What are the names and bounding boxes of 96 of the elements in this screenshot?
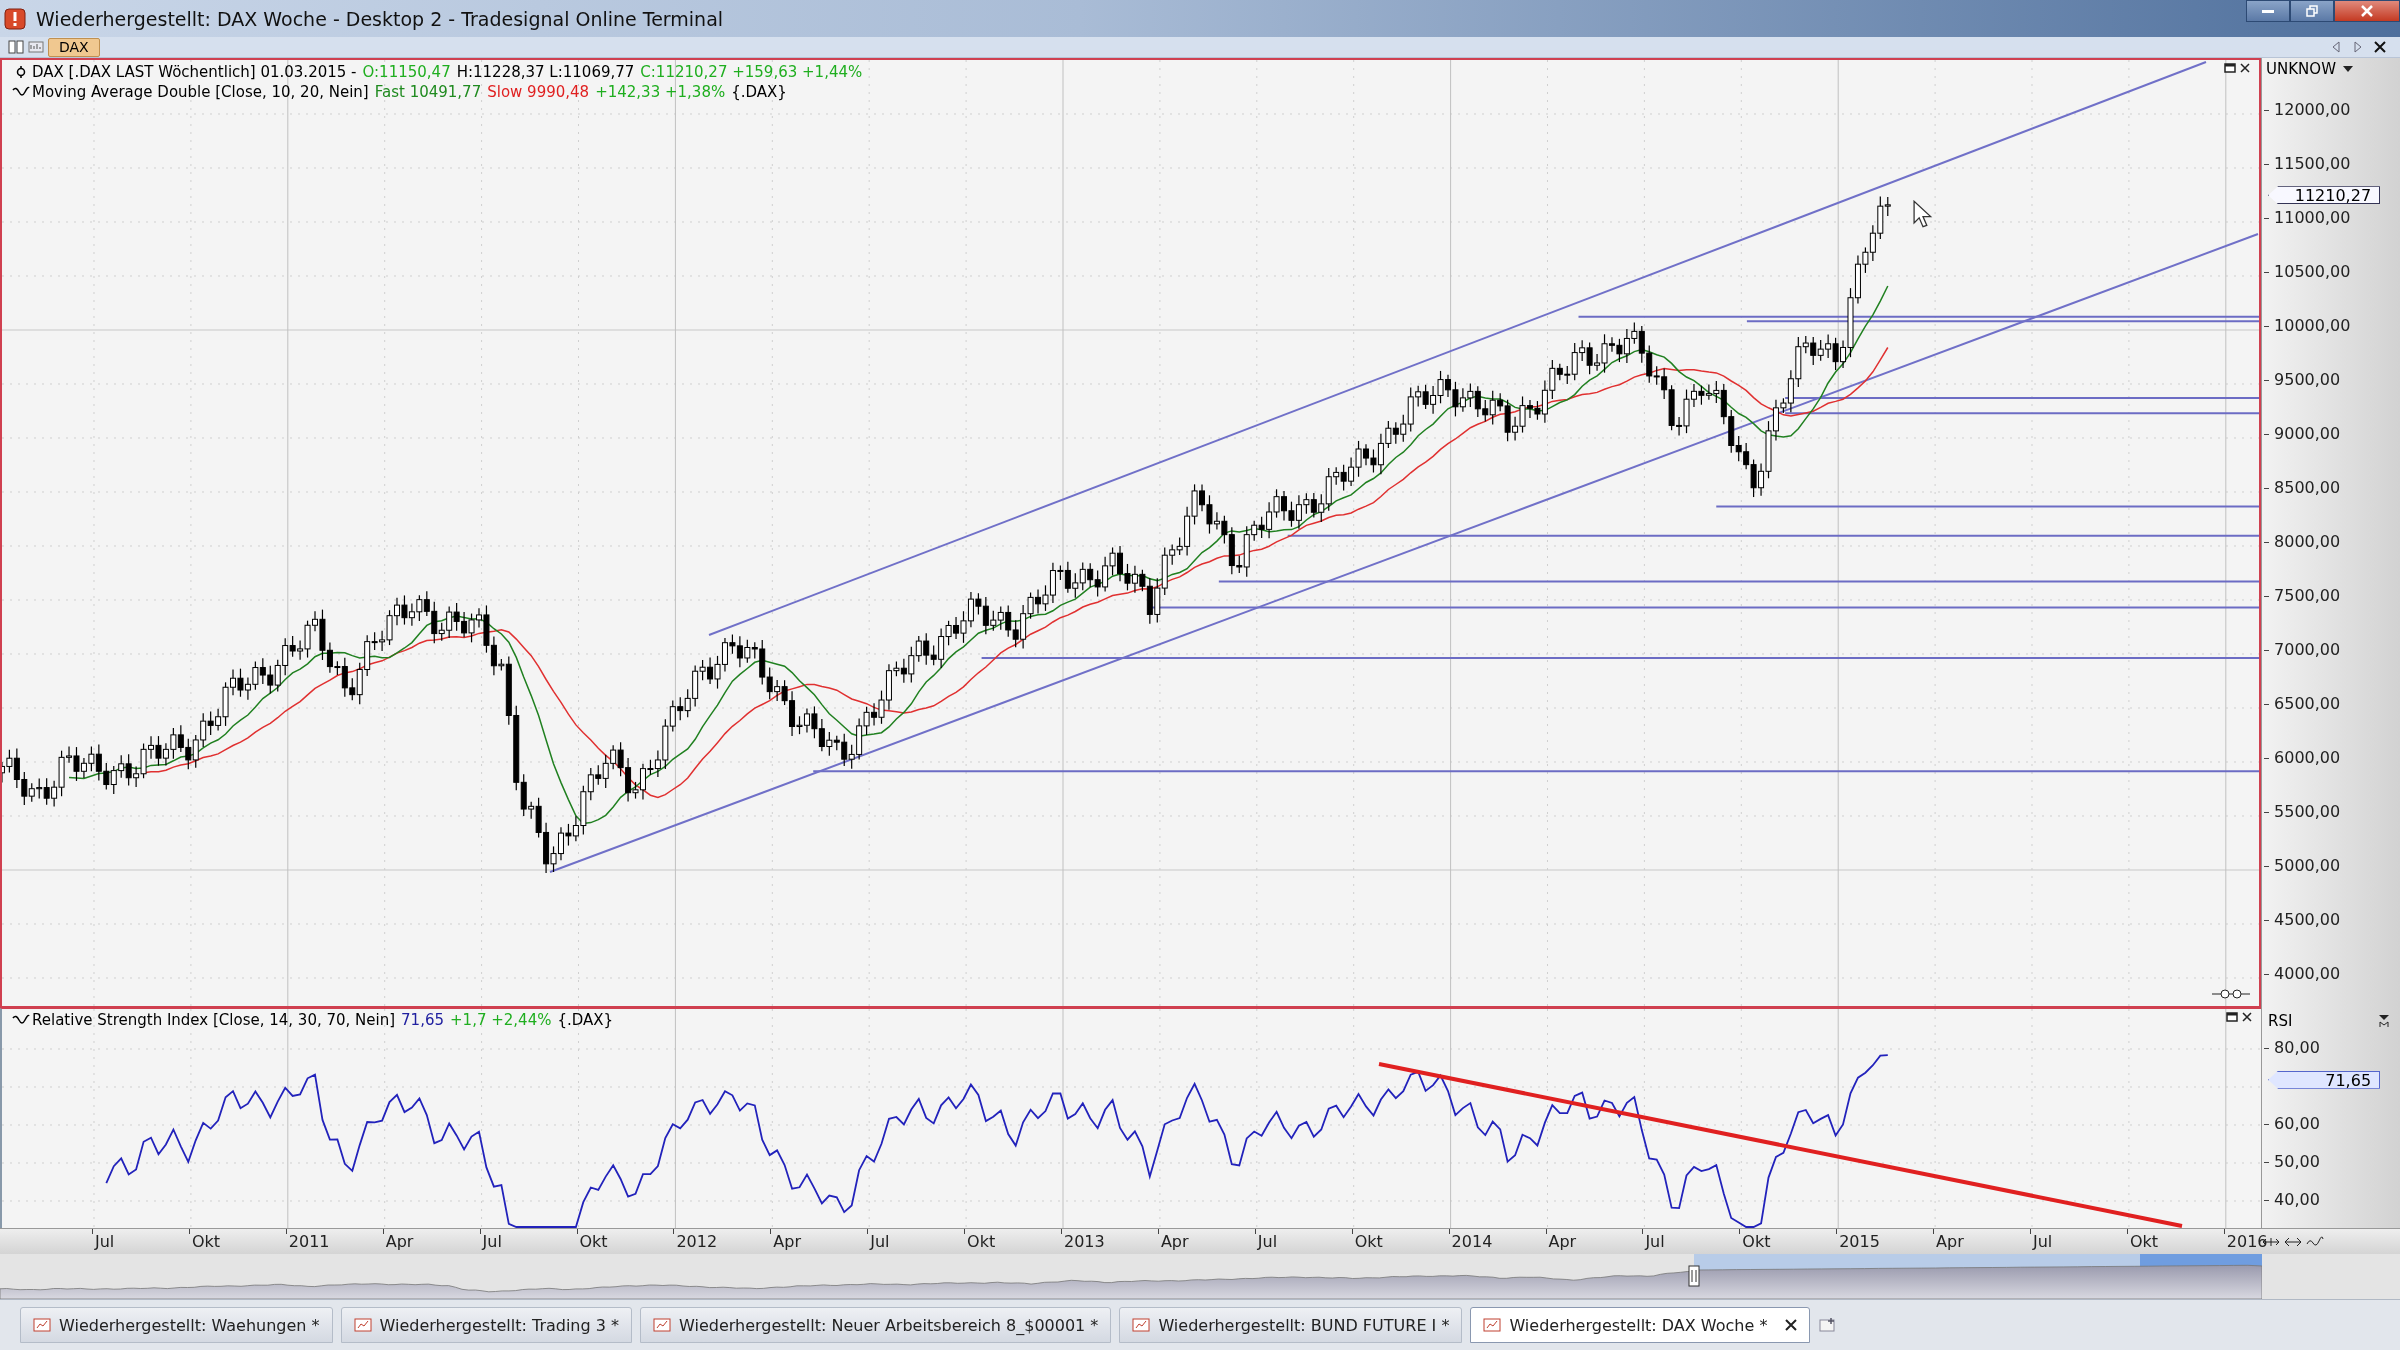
close-button[interactable]	[2334, 0, 2400, 22]
dropdown-caret-icon[interactable]	[2378, 1014, 2390, 1028]
axis-label: Apr	[1548, 1232, 1577, 1251]
axis-label: Jul	[95, 1232, 115, 1251]
mouse-pointer-icon	[1912, 200, 1934, 228]
axis-label: 2012	[676, 1232, 718, 1251]
wave-icon	[12, 1014, 30, 1026]
legend-text: Relative Strength Index [Close, 14, 30, 70, Nein] 71,65 +1,7 +2,44% {.DAX}	[12, 1011, 620, 1029]
axis-label: 40,00	[2274, 1191, 2320, 1209]
chart-window-icon	[653, 1318, 671, 1332]
axis-label: 12000,00	[2274, 101, 2351, 119]
support-line[interactable]	[1286, 534, 2260, 537]
axis-label: Apr	[1936, 1232, 1964, 1251]
axis-label: Okt	[2129, 1232, 2159, 1251]
axis-label: 9500,00	[2274, 371, 2341, 389]
chart-window-icon	[353, 1318, 372, 1332]
wave-icon	[12, 86, 30, 98]
maximize-icon[interactable]	[2224, 62, 2237, 74]
support-line[interactable]	[812, 770, 2260, 773]
trend-line[interactable]	[1378, 1062, 2183, 1228]
crosshair-icon[interactable]	[2211, 988, 2252, 1000]
minimize-button[interactable]	[2246, 0, 2290, 22]
close-icon[interactable]	[2239, 62, 2252, 74]
support-line[interactable]	[1784, 412, 2260, 415]
axis-label: Jul	[1257, 1232, 1278, 1251]
axis-label: 8000,00	[2274, 533, 2341, 551]
right-arrow-icon[interactable]	[2352, 41, 2364, 53]
axis-label: Okt	[579, 1232, 608, 1251]
axis-label: Jul	[482, 1232, 502, 1251]
axis-label: 2015	[1839, 1232, 1880, 1251]
axis-label: Okt	[967, 1232, 996, 1251]
support-line[interactable]	[1577, 315, 2260, 318]
app-icon	[4, 7, 26, 30]
maximize-icon[interactable]	[2226, 1011, 2239, 1023]
axis-label: Okt	[191, 1232, 221, 1251]
axis-selector[interactable]: UNKNOW	[2266, 60, 2354, 78]
restore-button[interactable]	[2290, 0, 2334, 22]
axis-label: 50,00	[2274, 1153, 2320, 1171]
price-marker: 11210,27	[2268, 186, 2381, 205]
axis-label: 4500,00	[2274, 911, 2341, 929]
close-icon[interactable]	[2374, 41, 2386, 53]
trend-line[interactable]	[549, 233, 2259, 873]
axis-label: Apr	[773, 1232, 801, 1251]
axis-label: 11000,00	[2274, 209, 2351, 227]
symbol-tab[interactable]: DAX	[48, 37, 100, 57]
workspace-tab[interactable]: Wiederhergestellt: Waehungen *	[20, 1307, 333, 1343]
axis-label: Apr	[385, 1232, 414, 1251]
workspace-tab[interactable]: Wiederhergestellt: BUND FUTURE I *	[1119, 1307, 1463, 1343]
axis-label: 9000,00	[2274, 425, 2341, 443]
axis-label: 10500,00	[2274, 263, 2351, 281]
axis-label: 7000,00	[2274, 641, 2341, 659]
axis-label: 80,00	[2274, 1039, 2320, 1057]
axis-label: 8500,00	[2274, 479, 2341, 497]
axis-label: 2011	[288, 1232, 330, 1251]
chart-window-icon	[1483, 1318, 1502, 1332]
support-line[interactable]	[980, 657, 2260, 660]
legend-text: Moving Average Double [Close, 10, 20, Nein] Fast 10491,77 Slow 9990,48 +142,33 +1,38% {.DAX}	[12, 83, 793, 101]
value-marker: 71,65	[2268, 1070, 2381, 1089]
workspace-tab[interactable]: Wiederhergestellt: Trading 3 *	[340, 1307, 632, 1343]
axis-label: 4000,00	[2274, 965, 2341, 983]
close-icon[interactable]	[1785, 1319, 1798, 1331]
axis-label: Jul	[870, 1232, 890, 1251]
axis-label: 7500,00	[2274, 587, 2341, 605]
axis-label: 10000,00	[2274, 317, 2351, 335]
split-view-icon[interactable]	[8, 40, 24, 54]
expand-icon[interactable]	[2284, 1235, 2303, 1248]
axis-label: 60,00	[2274, 1115, 2320, 1133]
restore-icon	[2306, 5, 2318, 17]
axis-label: Okt	[1354, 1232, 1383, 1251]
axis-label: 2013	[1064, 1232, 1105, 1251]
axis-label: Okt	[1742, 1232, 1771, 1251]
window-title: Wiederhergestellt: DAX Woche - Desktop 2 - Tradesignal Online Terminal	[36, 7, 725, 30]
axis-label: Jul	[2033, 1232, 2053, 1251]
axis-label: 5000,00	[2274, 857, 2341, 875]
axis-label: Apr	[1160, 1232, 1189, 1251]
legend-text: DAX [.DAX LAST Wöchentlich] 01.03.2015 - O:11150,47 H:11228,37 L:11069,77 C:11210,27 +159,63 +1,44%	[12, 63, 869, 81]
close-icon	[2361, 5, 2373, 17]
axis-title: RSI	[2268, 1012, 2293, 1030]
range-handle[interactable]	[1688, 1265, 1700, 1287]
wave-icon[interactable]	[2306, 1235, 2325, 1248]
workspace-tab[interactable]: Wiederhergestellt: Neuer Arbeitsbereich 8_$00001 *	[640, 1307, 1112, 1343]
axis-label: 11500,00	[2274, 155, 2351, 173]
chart-window-icon	[33, 1318, 51, 1332]
close-icon[interactable]	[2241, 1011, 2254, 1023]
axis-label: 6500,00	[2274, 695, 2341, 713]
axis-label: 6000,00	[2274, 749, 2341, 767]
support-line[interactable]	[1784, 396, 2260, 399]
axis-label: 5500,00	[2274, 803, 2341, 821]
support-line[interactable]	[1745, 320, 2260, 323]
left-arrow-icon[interactable]	[2330, 41, 2342, 53]
chart-window-icon	[1132, 1318, 1151, 1332]
axis-label: Jul	[1645, 1232, 1665, 1251]
workspace-tab[interactable]: Wiederhergestellt: DAX Woche *	[1470, 1307, 1811, 1343]
axis-label: 2016	[2226, 1232, 2268, 1251]
minimize-icon	[2262, 9, 2274, 13]
axis-label: 2014	[1451, 1232, 1493, 1251]
